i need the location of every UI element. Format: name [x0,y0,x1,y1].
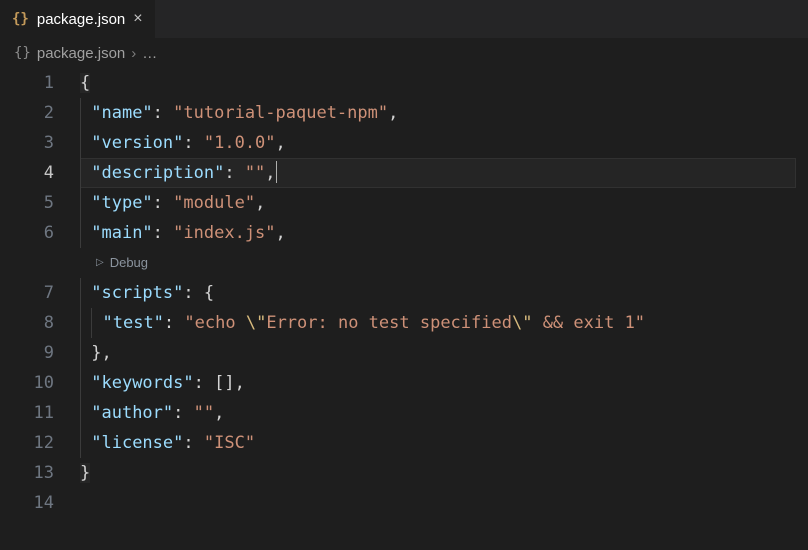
line-number: 5 [0,188,54,218]
json-key-scripts: "scripts" [91,283,183,303]
json-brace-close: } [80,463,90,483]
line-number-gutter: 1 2 3 4 5 6 7 8 9 10 11 12 13 14 [0,68,80,518]
line-number: 13 [0,458,54,488]
json-key-name: "name" [91,103,152,123]
json-value-name: "tutorial-paquet-npm" [173,103,388,123]
json-value-type: "module" [173,193,255,213]
line-number: 14 [0,488,54,518]
json-value-license: "ISC" [204,433,255,453]
tab-bar: {} package.json × [0,0,808,38]
tab-filename: package.json [37,11,125,28]
line-number: 4 [0,158,54,188]
close-icon[interactable]: × [133,11,142,27]
json-value-description: "" [245,163,265,183]
line-number: 12 [0,428,54,458]
code-editor[interactable]: 1 2 3 4 5 6 7 8 9 10 11 12 13 14 { "name… [0,68,808,518]
json-file-icon: {} [14,45,31,61]
line-number: 1 [0,68,54,98]
line-number: 9 [0,338,54,368]
play-icon: ▷ [96,248,104,278]
json-key-description: "description" [91,163,224,183]
line-number: 6 [0,218,54,248]
code-content[interactable]: { "name": "tutorial-paquet-npm", "versio… [80,68,808,518]
breadcrumb-file: package.json [37,45,125,62]
breadcrumb-trail: … [142,45,157,62]
json-value-test: "echo \"Error: no test specified\" && ex… [184,313,645,333]
codelens-label: Debug [110,248,148,278]
json-key-test: "test" [103,313,164,333]
json-key-author: "author" [91,403,173,423]
minimap[interactable] [796,68,808,538]
breadcrumb[interactable]: {} package.json › … [0,38,808,68]
chevron-right-icon: › [131,45,136,62]
json-brace-open: { [80,73,90,93]
line-number: 3 [0,128,54,158]
codelens-debug[interactable]: ▷ Debug [80,248,796,278]
line-number: 7 [0,278,54,308]
line-number: 2 [0,98,54,128]
json-key-keywords: "keywords" [91,373,193,393]
json-value-keywords: [] [214,373,234,393]
tab-package-json[interactable]: {} package.json × [0,0,156,38]
json-file-icon: {} [12,11,29,27]
json-value-main: "index.js" [173,223,275,243]
line-number: 10 [0,368,54,398]
json-key-main: "main" [91,223,152,243]
line-number: 8 [0,308,54,338]
json-value-author: "" [194,403,214,423]
json-key-license: "license" [91,433,183,453]
json-value-version: "1.0.0" [204,133,276,153]
line-number: 11 [0,398,54,428]
text-cursor [276,161,277,183]
json-key-version: "version" [91,133,183,153]
json-key-type: "type" [91,193,152,213]
